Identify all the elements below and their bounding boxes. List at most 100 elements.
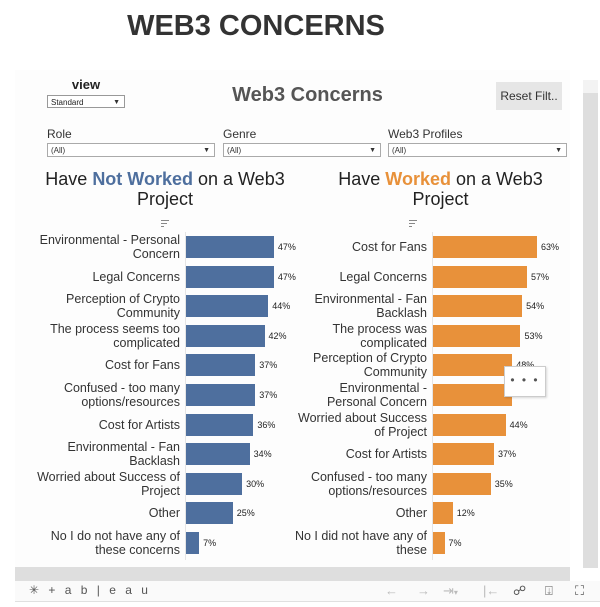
- value-label: 7%: [448, 538, 462, 548]
- scrollbar-horizontal[interactable]: [15, 567, 570, 581]
- bar[interactable]: [433, 384, 513, 406]
- value-label: 35%: [494, 478, 513, 489]
- chevron-down-icon: ▼: [113, 99, 120, 106]
- value-label: 54%: [526, 301, 545, 312]
- category-label: Confused - too many options/resources: [63, 381, 180, 409]
- download-icon[interactable]: ⍗: [545, 583, 553, 599]
- reset-start-icon[interactable]: |←: [483, 583, 499, 598]
- filter-value: (All): [392, 146, 407, 155]
- category-label: Other: [148, 506, 180, 521]
- category-label: Perception of Crypto Community: [66, 292, 180, 321]
- bar[interactable]: [186, 472, 243, 495]
- value-label: 42%: [268, 330, 287, 341]
- sort-icon[interactable]: [161, 220, 169, 228]
- bar[interactable]: [186, 502, 233, 525]
- chart-title-highlight: Not Worked: [92, 169, 193, 189]
- bar[interactable]: [433, 324, 521, 347]
- filter-select-role[interactable]: (All) ▼: [47, 143, 215, 157]
- category-label: Worried about Success of Project: [298, 410, 427, 439]
- bar[interactable]: [433, 472, 491, 495]
- bar[interactable]: [433, 502, 453, 525]
- chart-title-highlight: Worked: [385, 169, 451, 189]
- sort-icon[interactable]: [409, 220, 417, 228]
- category-label: Cost for Fans: [104, 358, 180, 373]
- view-select-value: Standard: [51, 98, 84, 107]
- bar[interactable]: [433, 443, 495, 466]
- value-label: 34%: [253, 449, 272, 460]
- category-label: Confused - too many options/resources: [310, 469, 427, 498]
- bar[interactable]: [186, 324, 265, 347]
- bar[interactable]: [433, 354, 513, 377]
- dashboard-title: Web3 Concerns: [232, 84, 383, 106]
- category-label: No I did not have any of these: [294, 529, 427, 557]
- category-label: The process seems too complicated: [50, 321, 180, 350]
- share-icon[interactable]: ☍: [513, 583, 526, 599]
- bar[interactable]: [186, 413, 254, 436]
- value-label: 12%: [456, 508, 475, 519]
- category-label: Perception of Crypto Community: [313, 351, 427, 380]
- bar[interactable]: [186, 354, 256, 377]
- chevron-down-icon: ▼: [203, 147, 210, 154]
- more-options-button[interactable]: • • •: [504, 366, 546, 397]
- category-label: No I do not have any of these concerns: [50, 529, 180, 557]
- bar[interactable]: [186, 384, 256, 406]
- filter-label-role: Role: [47, 127, 72, 141]
- category-label: Cost for Fans: [351, 240, 427, 254]
- category-label: Environmental - Fan Backlash: [67, 440, 180, 469]
- category-label: Environmental - Personal Concern: [39, 233, 180, 261]
- chart-title-part: Have: [45, 169, 93, 189]
- bar[interactable]: [433, 532, 445, 554]
- tableau-logo[interactable]: ✳ + a b | e a u: [29, 583, 151, 597]
- view-select[interactable]: Standard ▼: [47, 95, 125, 108]
- value-label: 44%: [509, 419, 528, 430]
- category-label: Cost for Artists: [345, 447, 427, 462]
- value-label: 37%: [259, 390, 278, 400]
- filter-label-genre: Genre: [223, 127, 257, 141]
- category-label: The process was complicated: [332, 321, 427, 350]
- value-label: 37%: [498, 449, 517, 460]
- undo-icon[interactable]: ←: [385, 583, 398, 598]
- chart-title-not-worked: Have Not Worked on a Web3 Project: [40, 169, 290, 209]
- filter-select-genre[interactable]: (All) ▼: [223, 143, 381, 157]
- value-label: 57%: [531, 271, 550, 282]
- category-label: Environmental - Personal Concern: [326, 381, 427, 409]
- bar[interactable]: [186, 236, 274, 258]
- tableau-toolbar: ✳ + a b | e a u ← → ⇥▾ |← ☍ ⍗ ⛶: [15, 581, 600, 602]
- chevron-down-icon: ▼: [555, 147, 562, 154]
- bar[interactable]: [186, 532, 200, 554]
- scrollbar-vertical[interactable]: [583, 93, 598, 568]
- category-label: Cost for Artists: [98, 417, 180, 432]
- value-label: 63%: [540, 242, 559, 252]
- reset-filters-button[interactable]: Reset Filt..: [496, 82, 562, 110]
- filter-label-web3-profiles: Web3 Profiles: [388, 127, 463, 141]
- value-label: 7%: [203, 538, 217, 548]
- bar[interactable]: [433, 413, 506, 436]
- bar[interactable]: [186, 295, 269, 318]
- page-title: WEB3 CONCERNS: [127, 10, 385, 42]
- bar[interactable]: [186, 443, 250, 466]
- value-label: 36%: [257, 419, 276, 430]
- tableau-logo-text: + a b | e a u: [48, 583, 151, 597]
- bar[interactable]: [433, 295, 523, 318]
- bar[interactable]: [186, 265, 274, 288]
- revert-icon[interactable]: ⇥▾: [443, 583, 458, 599]
- value-label: 25%: [236, 508, 255, 519]
- value-label: 53%: [524, 330, 543, 341]
- bar[interactable]: [433, 265, 528, 288]
- redo-icon[interactable]: →: [417, 583, 430, 598]
- filter-value: (All): [51, 146, 66, 155]
- filter-select-web3-profiles[interactable]: (All) ▼: [388, 143, 567, 157]
- value-label: 37%: [259, 360, 278, 371]
- fullscreen-icon[interactable]: ⛶: [575, 583, 584, 599]
- filter-value: (All): [227, 146, 242, 155]
- tableau-logo-icon: ✳: [29, 583, 43, 597]
- category-label: Environmental - Fan Backlash: [314, 292, 427, 321]
- chart-title-worked: Have Worked on a Web3 Project: [318, 169, 563, 209]
- category-label: Legal Concerns: [92, 269, 180, 284]
- bar[interactable]: [433, 236, 537, 258]
- category-label: Other: [395, 506, 427, 521]
- scrollbar-vertical-track-top: [583, 80, 598, 93]
- category-label: Legal Concerns: [339, 269, 427, 284]
- value-label: 30%: [246, 478, 265, 489]
- view-label: view: [71, 77, 101, 92]
